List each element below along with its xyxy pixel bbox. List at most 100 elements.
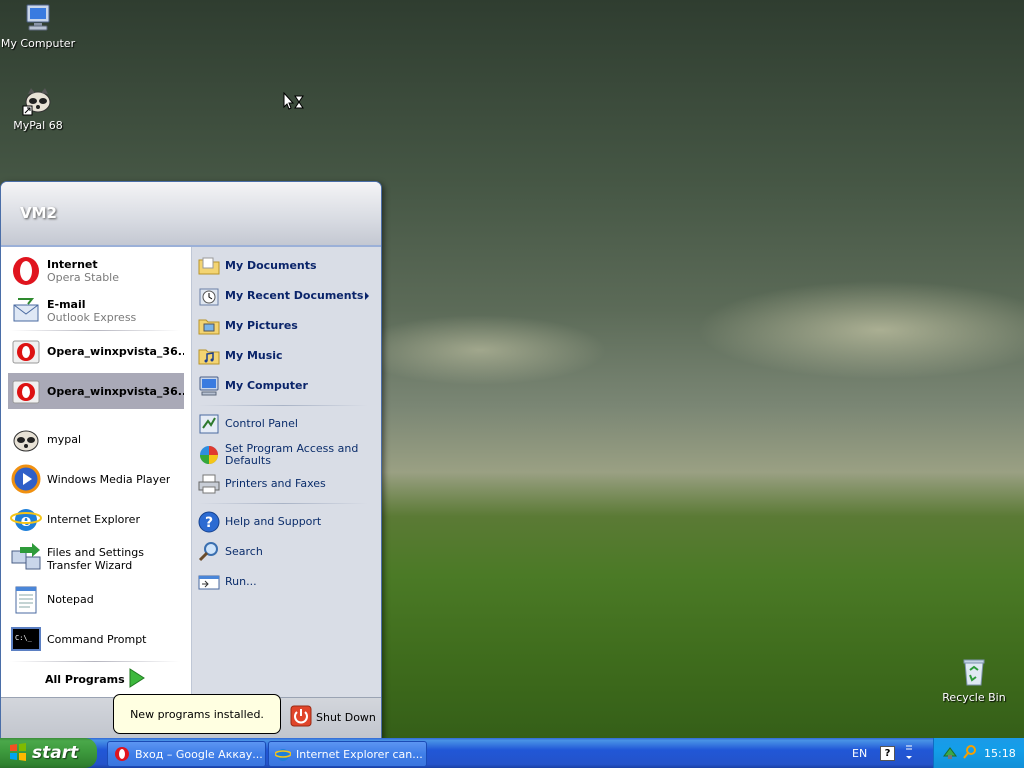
recent-program-label: mypal <box>47 432 82 446</box>
folder-pictures-icon <box>197 314 221 338</box>
taskbar-button-opera[interactable]: Вход – Google Аккау... <box>107 741 266 767</box>
search-icon <box>197 540 221 564</box>
desktop-icon-my-computer[interactable]: My Computer <box>0 2 76 50</box>
right-item-control-panel[interactable]: Control Panel <box>197 411 375 437</box>
recent-program-label: Opera_winxpvista_36.... <box>47 344 184 358</box>
opera-installer-icon <box>10 375 42 407</box>
right-item-my-recent-documents[interactable]: My Recent Documents <box>197 283 375 309</box>
recent-program-label: Opera_winxpvista_36.... <box>47 384 184 398</box>
right-item-label: My Recent Documents <box>225 289 364 302</box>
right-item-search[interactable]: Search <box>197 539 375 565</box>
help-icon: ? <box>197 510 221 534</box>
windows-logo-icon <box>9 742 27 764</box>
opera-installer-icon <box>10 335 42 367</box>
recent-program[interactable]: mypal <box>8 421 184 457</box>
recent-program-label: Windows Media Player <box>47 472 171 486</box>
all-programs-arrow-icon <box>128 668 146 691</box>
balloon-text: New programs installed. <box>130 707 264 721</box>
run-icon <box>197 570 221 594</box>
command-prompt-icon: C:\_ <box>10 623 42 655</box>
all-programs-button[interactable]: All Programs <box>45 673 125 686</box>
right-item-label: My Computer <box>225 379 308 392</box>
notepad-icon <box>10 583 42 615</box>
folder-documents-icon <box>197 254 221 278</box>
right-item-my-music[interactable]: My Music <box>197 343 375 369</box>
separator <box>198 503 368 504</box>
right-item-label: My Pictures <box>225 319 298 332</box>
separator <box>198 405 368 406</box>
network-tray-icon[interactable] <box>942 744 958 763</box>
pinned-title: E-mail <box>47 298 86 311</box>
user-name: VM2 <box>20 204 57 222</box>
clock[interactable]: 15:18 <box>984 747 1016 760</box>
internet-explorer-icon: e <box>10 503 42 535</box>
language-help-button[interactable]: ? <box>880 746 895 761</box>
desktop-icon-label: Recycle Bin <box>942 691 1006 704</box>
right-item-my-documents[interactable]: My Documents <box>197 253 375 279</box>
recent-program[interactable]: C:\_ Command Prompt <box>8 621 184 657</box>
pinned-title: Internet <box>47 258 98 271</box>
mouse-cursor-icon <box>283 91 305 115</box>
taskbar-button-label: Internet Explorer can... <box>296 747 423 761</box>
opera-icon <box>114 746 130 762</box>
search-tray-icon[interactable] <box>962 744 978 763</box>
control-panel-icon <box>197 412 221 436</box>
taskbar-button-label: Вход – Google Аккау... <box>135 747 263 761</box>
recent-program[interactable]: Opera_winxpvista_36.... <box>8 373 184 409</box>
desktop-icon-label: My Computer <box>0 37 76 50</box>
opera-icon <box>10 255 42 287</box>
pinned-internet[interactable]: Internet Opera Stable <box>8 253 184 289</box>
svg-text:?: ? <box>205 515 213 531</box>
start-button[interactable]: start <box>0 738 97 768</box>
desktop-icon-recycle-bin[interactable]: Recycle Bin <box>936 656 1012 704</box>
start-menu-header: VM2 <box>1 182 381 247</box>
system-tray: 15:18 <box>933 738 1024 768</box>
submenu-arrow-icon <box>365 292 369 300</box>
pinned-subtitle: Outlook Express <box>47 311 137 324</box>
start-label: start <box>32 743 79 763</box>
mypal-icon <box>10 423 42 455</box>
recent-program[interactable]: Opera_winxpvista_36.... <box>8 333 184 369</box>
language-bar-options-icon[interactable] <box>904 744 914 765</box>
recent-program[interactable]: e Internet Explorer <box>8 501 184 537</box>
recent-program[interactable]: Windows Media Player <box>8 461 184 497</box>
internet-explorer-icon <box>274 746 292 762</box>
folder-music-icon <box>197 344 221 368</box>
right-item-my-computer[interactable]: My Computer <box>197 373 375 399</box>
right-item-label: Control Panel <box>225 417 298 430</box>
right-item-my-pictures[interactable]: My Pictures <box>197 313 375 339</box>
desktop-icon-label: MyPal 68 <box>13 119 63 132</box>
right-item-help-and-support[interactable]: ? Help and Support <box>197 509 375 535</box>
right-item-label: Search <box>225 545 263 558</box>
pinned-email[interactable]: E-mail Outlook Express <box>8 293 184 329</box>
mypal-icon <box>22 84 54 116</box>
taskbar-button-internet-explorer[interactable]: Internet Explorer can... <box>268 741 427 767</box>
separator <box>10 330 180 331</box>
recent-program-label: Internet Explorer <box>47 512 140 526</box>
right-item-printers-and-faxes[interactable]: Printers and Faxes <box>197 471 375 497</box>
right-item-run[interactable]: Run... <box>197 569 375 595</box>
power-icon <box>290 705 312 730</box>
my-computer-icon <box>22 2 54 34</box>
recent-program-label: Notepad <box>47 592 94 606</box>
right-item-label: My Music <box>225 349 283 362</box>
recent-documents-icon <box>197 284 221 308</box>
outlook-express-icon <box>10 295 42 327</box>
my-computer-icon <box>197 374 221 398</box>
separator <box>10 661 180 662</box>
recycle-bin-icon <box>958 656 990 688</box>
pinned-subtitle: Opera Stable <box>47 271 120 284</box>
right-item-label: Set Program Access and Defaults <box>225 442 359 467</box>
recent-program[interactable]: Notepad <box>8 581 184 617</box>
language-indicator[interactable]: EN <box>852 738 867 768</box>
recent-program-label: Command Prompt <box>47 632 147 646</box>
right-item-label: My Documents <box>225 259 317 272</box>
shut-down-label: Shut Down <box>316 710 376 724</box>
notification-balloon[interactable]: New programs installed. <box>113 694 281 734</box>
desktop-icon-mypal[interactable]: MyPal 68 <box>0 84 76 132</box>
recent-program[interactable]: Files and Settings Transfer Wizard <box>8 541 184 577</box>
shut-down-button[interactable]: Shut Down <box>290 705 376 729</box>
taskbar: start Вход – Google Аккау... Internet Ex… <box>0 738 1024 768</box>
right-item-set-program-access[interactable]: Set Program Access and Defaults <box>197 441 375 469</box>
program-access-icon <box>197 443 221 467</box>
